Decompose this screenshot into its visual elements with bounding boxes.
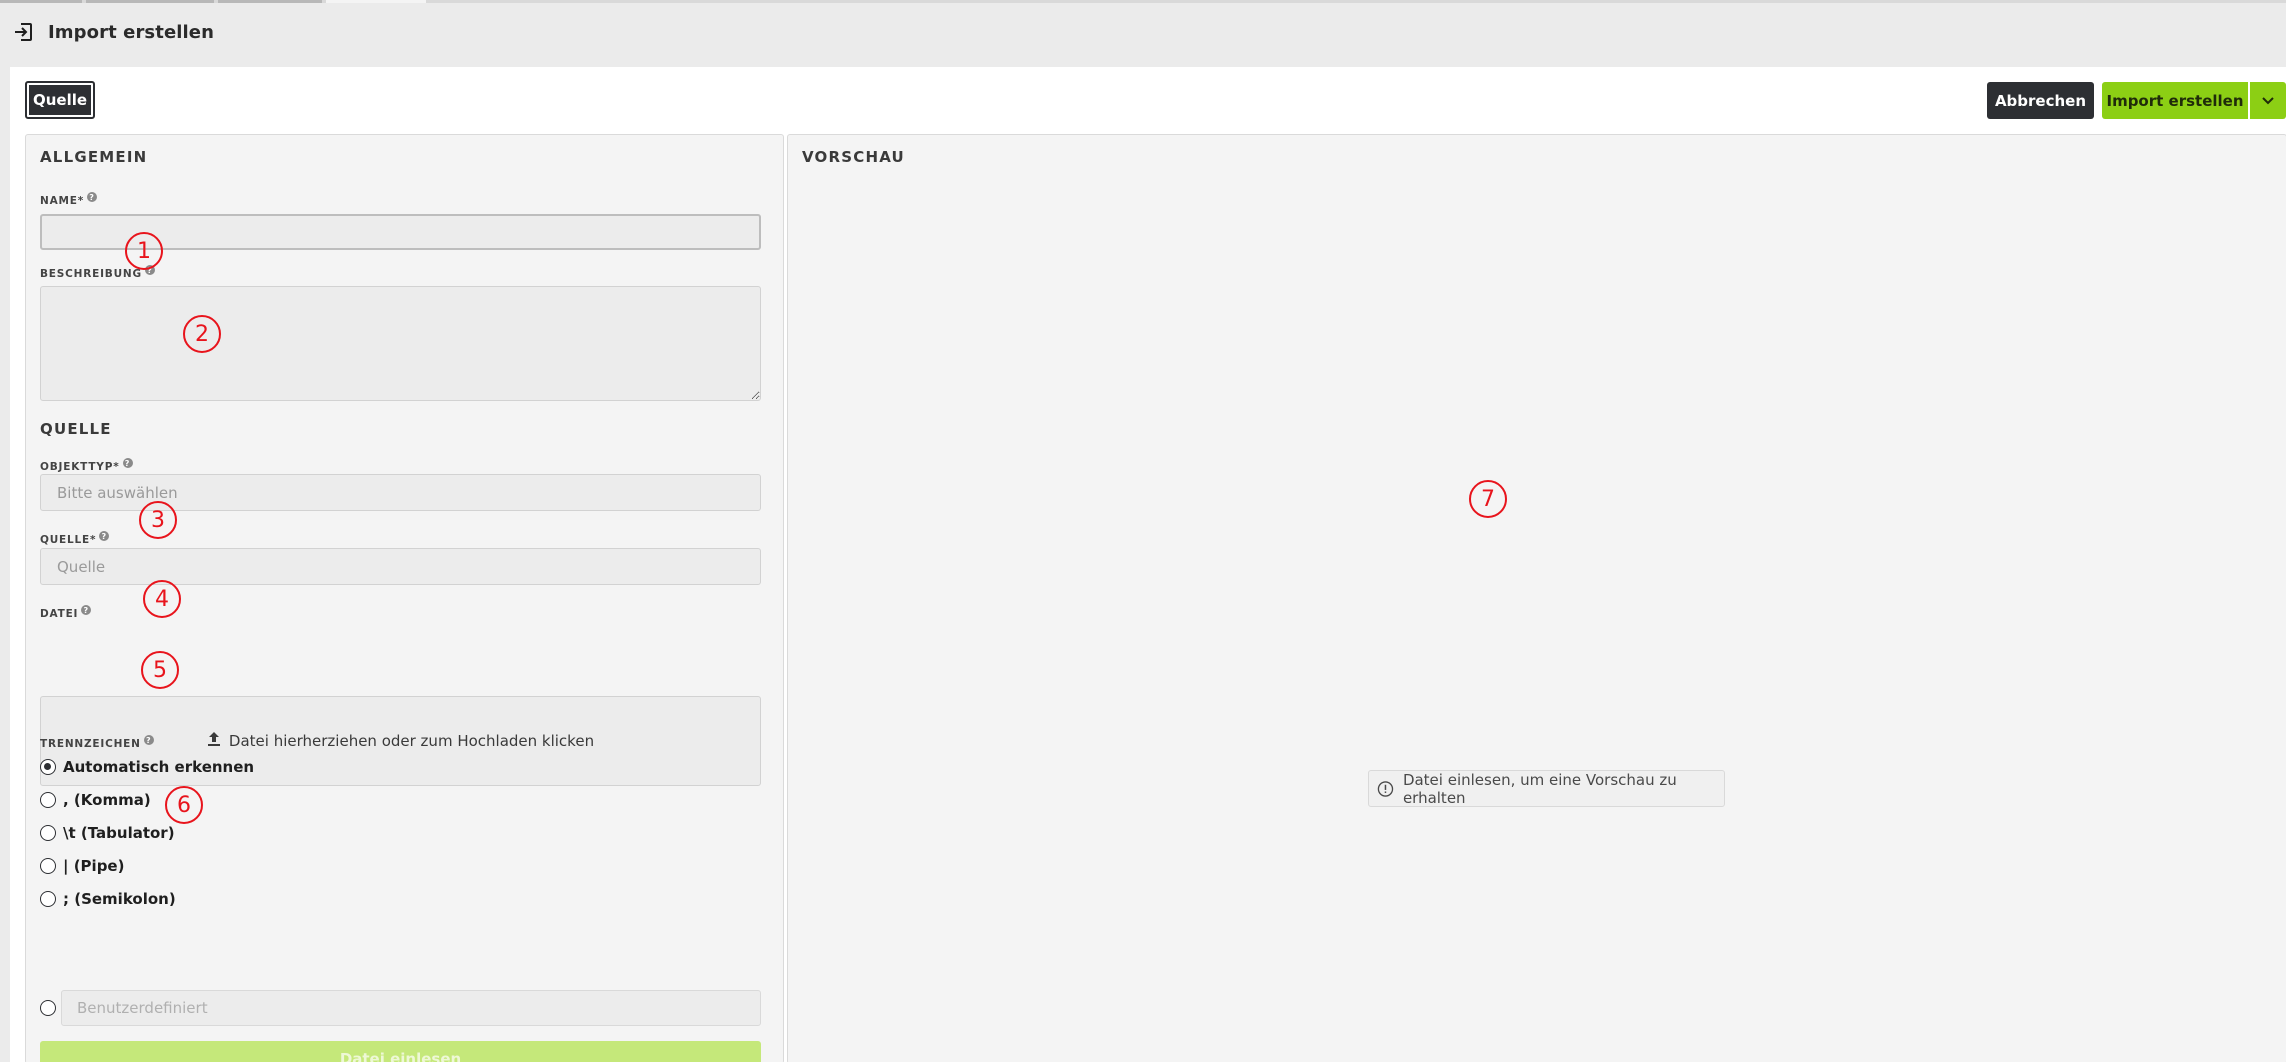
objekttyp-label: OBJEKTTYP*? xyxy=(40,458,133,473)
upload-icon xyxy=(207,732,220,746)
trennzeichen-label-text: TRENNZEICHEN xyxy=(40,738,141,750)
help-icon[interactable]: ? xyxy=(143,735,154,745)
help-icon[interactable]: ? xyxy=(87,192,98,202)
radio-button[interactable] xyxy=(40,825,56,841)
chevron-down-icon xyxy=(2262,96,2274,104)
annotation-marker-1: 1 xyxy=(125,232,163,270)
name-label-text: NAME* xyxy=(40,195,85,207)
delimiter-option-label: Automatisch erkennen xyxy=(63,758,255,776)
annotation-marker-3: 3 xyxy=(139,501,177,539)
annotation-marker-4: 4 xyxy=(143,580,181,618)
description-textarea[interactable] xyxy=(40,286,761,401)
title-bar: Import erstellen xyxy=(0,3,2286,61)
delimiter-option-tab[interactable]: \t (Tabulator) xyxy=(40,824,175,842)
delimiter-option-auto[interactable]: Automatisch erkennen xyxy=(40,758,254,776)
help-icon[interactable]: ? xyxy=(122,458,133,468)
radio-button[interactable] xyxy=(40,891,56,907)
cancel-button[interactable]: Abbrechen xyxy=(1987,82,2094,119)
objekttyp-label-text: OBJEKTTYP* xyxy=(40,461,120,473)
tab-quelle-label: Quelle xyxy=(29,85,91,115)
main-panel: Quelle Abbrechen Import erstellen ALLGEM… xyxy=(10,67,2286,1062)
delimiter-option-comma[interactable]: , (Komma) xyxy=(40,791,151,809)
import-icon xyxy=(15,23,32,41)
custom-delimiter-input[interactable] xyxy=(61,990,761,1026)
annotation-marker-7: 7 xyxy=(1469,480,1507,518)
create-import-dropdown-button[interactable] xyxy=(2250,82,2286,119)
preview-hint: Datei einlesen, um eine Vorschau zu erha… xyxy=(1368,770,1725,807)
info-icon xyxy=(1377,780,1394,797)
radio-button[interactable] xyxy=(40,759,56,775)
preview-panel: VORSCHAU Datei einlesen, um eine Vorscha… xyxy=(787,134,2286,1062)
radio-button[interactable] xyxy=(40,1000,56,1016)
section-title-allgemein: ALLGEMEIN xyxy=(40,148,148,166)
delimiter-option-label: ; (Semikolon) xyxy=(63,890,176,908)
section-title-vorschau: VORSCHAU xyxy=(802,148,905,166)
datei-label: DATEI? xyxy=(40,605,92,620)
datei-label-text: DATEI xyxy=(40,608,79,620)
delimiter-option-pipe[interactable]: | (Pipe) xyxy=(40,857,124,875)
dropzone-text: Datei hierherziehen oder zum Hochladen k… xyxy=(228,732,595,750)
preview-hint-text: Datei einlesen, um eine Vorschau zu erha… xyxy=(1402,770,1677,807)
read-file-button[interactable]: Datei einlesen xyxy=(40,1041,761,1062)
source-form-panel: ALLGEMEIN NAME*? BESCHREIBUNG? QUELLE OB… xyxy=(25,134,784,1062)
quelle-label-text: QUELLE* xyxy=(40,534,97,546)
annotation-marker-2: 2 xyxy=(183,315,221,353)
delimiter-option-custom[interactable] xyxy=(40,1000,63,1016)
quelle-select[interactable]: Quelle xyxy=(40,548,761,585)
help-icon[interactable]: ? xyxy=(81,605,92,615)
annotation-marker-5: 5 xyxy=(141,651,179,689)
quelle-label: QUELLE*? xyxy=(40,531,110,546)
delimiter-option-label: , (Komma) xyxy=(63,791,151,809)
create-import-button[interactable]: Import erstellen xyxy=(2102,82,2248,119)
delimiter-option-label: | (Pipe) xyxy=(63,857,125,875)
section-title-quelle: QUELLE xyxy=(40,420,112,438)
description-label: BESCHREIBUNG? xyxy=(40,265,155,280)
description-label-text: BESCHREIBUNG xyxy=(40,268,142,280)
page-title: Import erstellen xyxy=(48,21,215,43)
radio-button[interactable] xyxy=(40,858,56,874)
annotation-marker-6: 6 xyxy=(165,786,203,824)
delimiter-option-semicolon[interactable]: ; (Semikolon) xyxy=(40,890,176,908)
name-label: NAME*? xyxy=(40,192,98,207)
tab-quelle[interactable]: Quelle xyxy=(25,81,95,119)
help-icon[interactable]: ? xyxy=(99,531,110,541)
radio-button[interactable] xyxy=(40,792,56,808)
trennzeichen-label: TRENNZEICHEN? xyxy=(40,735,154,750)
delimiter-option-label: \t (Tabulator) xyxy=(63,824,175,842)
